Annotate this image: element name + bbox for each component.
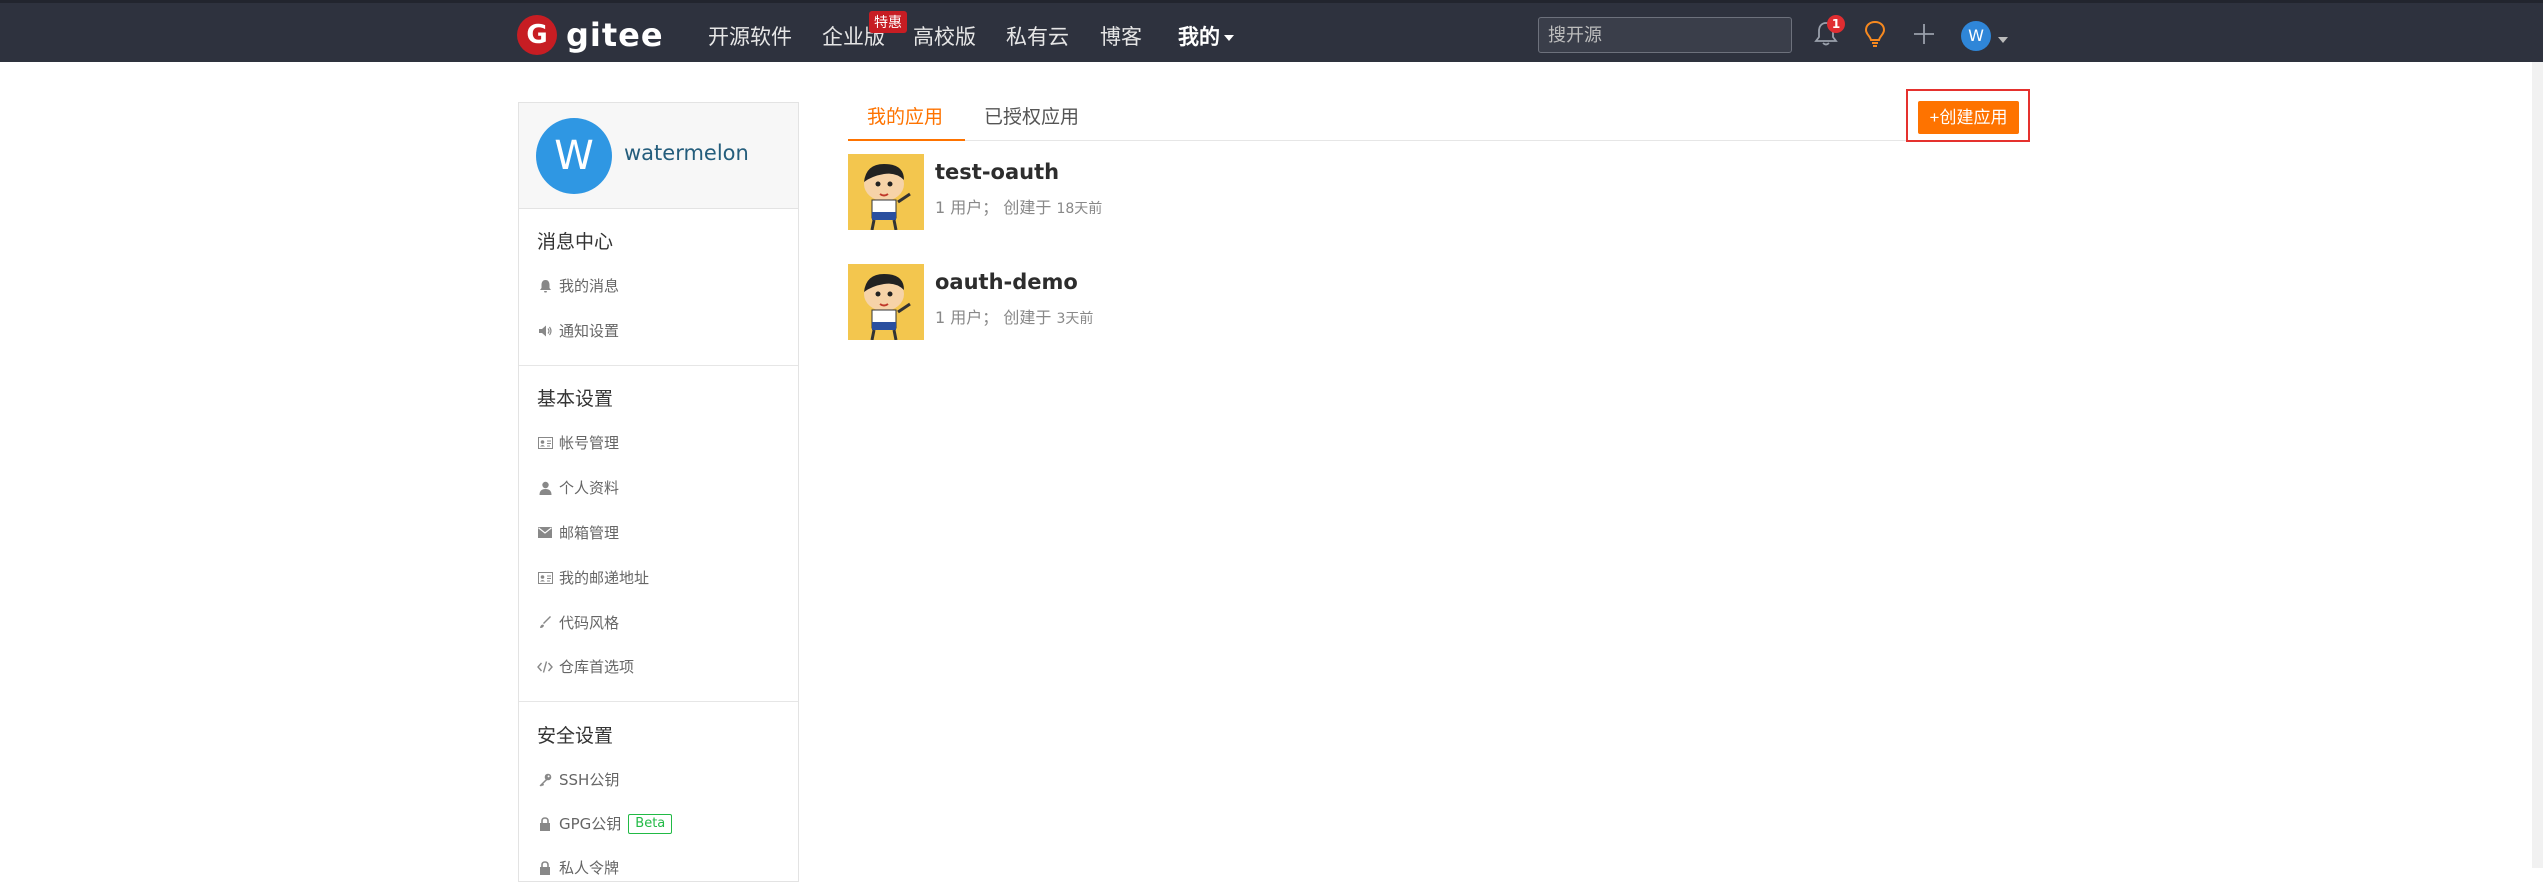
lock-icon	[537, 816, 553, 832]
nav-private-cloud[interactable]: 私有云	[1006, 21, 1069, 51]
user-icon	[537, 480, 553, 496]
key-icon	[537, 772, 553, 788]
app-meta: 1 用户； 创建于 3天前	[935, 304, 1093, 328]
chevron-down-icon[interactable]	[1994, 29, 2008, 48]
suggestion-button[interactable]	[1860, 19, 1890, 49]
app-thumbnail[interactable]	[848, 264, 924, 340]
address-card-icon	[537, 570, 553, 586]
user-avatar-menu[interactable]: W	[1961, 21, 1991, 51]
sidebar-item-label: 个人资料	[559, 479, 620, 497]
nav-mine-label: 我的	[1178, 25, 1220, 49]
sidebar-item-label: GPG公钥	[559, 815, 622, 833]
search-input[interactable]	[1538, 17, 1792, 53]
gitee-logo-text: gitee	[566, 16, 664, 54]
cartoon-avatar-image	[848, 154, 924, 230]
top-navbar: G gitee 开源软件 企业版 特惠 高校版 私有云 博客 我的 1 W	[0, 0, 2543, 62]
app-thumbnail[interactable]	[848, 154, 924, 230]
app-meta-text: 1 用户； 创建于	[935, 198, 1057, 217]
sidebar-item-label: SSH公钥	[559, 771, 620, 789]
plus-icon	[1914, 24, 1934, 44]
sidebar-item-label: 我的邮递地址	[559, 569, 650, 587]
sidebar-item-account[interactable]: 帐号管理	[537, 432, 619, 453]
sidebar-item-repo-preferences[interactable]: 仓库首选项	[537, 656, 634, 677]
promo-badge: 特惠	[869, 11, 907, 33]
settings-sidebar: W watermelon 消息中心 我的消息 通知设置 基本设置 帐号管理 个人…	[518, 102, 799, 882]
profile-username[interactable]: watermelon	[624, 141, 749, 165]
app-name-link[interactable]: oauth-demo	[935, 270, 1078, 294]
app-meta: 1 用户； 创建于 18天前	[935, 194, 1102, 218]
gitee-logo[interactable]: G gitee	[517, 15, 664, 55]
sidebar-item-label: 我的消息	[559, 277, 620, 295]
bell-icon	[537, 278, 553, 294]
sidebar-item-code-style[interactable]: 代码风格	[537, 612, 619, 633]
id-card-icon	[537, 435, 553, 451]
tab-my-apps[interactable]: 我的应用	[867, 102, 943, 129]
create-new-button[interactable]	[1909, 19, 1939, 49]
sidebar-item-my-messages[interactable]: 我的消息	[537, 275, 619, 296]
sidebar-item-label: 帐号管理	[559, 434, 620, 452]
lightbulb-icon	[1864, 20, 1886, 47]
sidebar-divider	[519, 701, 798, 702]
app-created-ago: 3天前	[1056, 311, 1094, 327]
tab-authorized-apps[interactable]: 已授权应用	[984, 102, 1079, 129]
app-created-ago: 18天前	[1056, 201, 1103, 217]
active-tab-indicator	[848, 139, 965, 141]
sidebar-item-gpg-keys[interactable]: GPG公钥 Beta	[537, 813, 673, 834]
envelope-icon	[537, 525, 553, 541]
sidebar-item-label: 代码风格	[559, 614, 620, 632]
create-app-button[interactable]: +创建应用	[1918, 101, 2019, 134]
code-icon	[537, 659, 553, 675]
sidebar-item-notification-settings[interactable]: 通知设置	[537, 320, 619, 341]
tabs-divider	[848, 140, 2030, 141]
section-title-basic-settings: 基本设置	[537, 388, 614, 410]
app-meta-text: 1 用户； 创建于	[935, 308, 1057, 327]
beta-badge: Beta	[628, 813, 673, 834]
brush-icon	[537, 615, 553, 631]
profile-card: W watermelon	[519, 103, 798, 209]
profile-avatar[interactable]: W	[536, 118, 612, 194]
app-name-link[interactable]: test-oauth	[935, 160, 1059, 184]
nav-blog[interactable]: 博客	[1100, 21, 1142, 51]
sidebar-divider	[519, 365, 798, 366]
sidebar-item-email[interactable]: 邮箱管理	[537, 522, 619, 543]
page-scrollbar[interactable]	[2532, 62, 2543, 868]
nav-university[interactable]: 高校版	[913, 21, 976, 51]
sidebar-item-profile[interactable]: 个人资料	[537, 477, 619, 498]
sidebar-item-label: 通知设置	[559, 322, 620, 340]
chevron-down-icon	[1224, 35, 1234, 41]
cartoon-avatar-image	[848, 264, 924, 340]
nav-open-source[interactable]: 开源软件	[708, 21, 792, 51]
sidebar-item-label: 仓库首选项	[559, 658, 635, 676]
nav-mine-dropdown[interactable]: 我的	[1178, 21, 1234, 51]
gitee-logo-icon: G	[517, 15, 557, 55]
sidebar-item-postal-address[interactable]: 我的邮递地址	[537, 567, 649, 588]
volume-icon	[537, 323, 553, 339]
section-title-security-settings: 安全设置	[537, 725, 614, 747]
sidebar-item-label: 邮箱管理	[559, 524, 620, 542]
section-title-message-center: 消息中心	[537, 231, 614, 253]
notification-count-badge: 1	[1827, 15, 1845, 33]
sidebar-item-ssh-keys[interactable]: SSH公钥	[537, 769, 619, 790]
